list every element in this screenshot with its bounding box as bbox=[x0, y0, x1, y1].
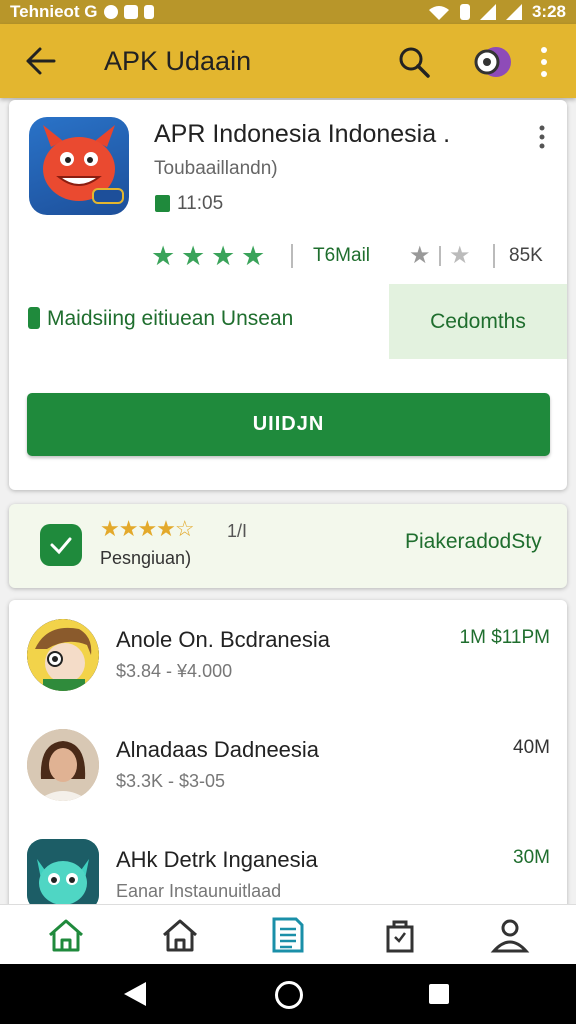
rating-stars: ★★★★☆ bbox=[100, 516, 195, 541]
app-list: Anole On. Bcdranesia $3.84 - ¥4.000 1M $… bbox=[9, 600, 567, 911]
list-item-subtitle: Eanar Instaunuitlaad bbox=[116, 881, 282, 901]
signal-icon bbox=[479, 4, 496, 20]
list-item-title: AHk Detrk Inganesia bbox=[116, 847, 318, 872]
avatar bbox=[27, 839, 99, 911]
divider bbox=[493, 244, 495, 268]
battery-icon bbox=[28, 307, 40, 329]
cartoon-character-icon bbox=[27, 619, 99, 691]
list-item[interactable]: Alnadaas Dadneesia $3.3K - $3-05 40M bbox=[9, 729, 567, 819]
notification-icon bbox=[143, 5, 154, 19]
profile-icon[interactable] bbox=[488, 915, 532, 955]
list-item-meta: 1M $11PM bbox=[459, 627, 550, 648]
back-arrow-icon[interactable] bbox=[22, 44, 58, 78]
clock-text: 3:28 bbox=[531, 2, 566, 21]
app-icon bbox=[29, 117, 129, 215]
list-item[interactable]: Anole On. Bcdranesia $3.84 - ¥4.000 1M $… bbox=[9, 619, 567, 709]
star-icon: ★ bbox=[241, 241, 266, 271]
app-detail-card: APR Indonesia Indonesia . Toubaaillandn)… bbox=[9, 100, 567, 490]
list-item-title: Alnadaas Dadneesia bbox=[116, 737, 320, 762]
list-item-meta: 30M bbox=[513, 847, 550, 868]
rating-action[interactable]: PiakeradodSty bbox=[405, 530, 542, 554]
star-icon: ★ bbox=[151, 241, 176, 271]
list-item-title: Anole On. Bcdranesia bbox=[116, 627, 331, 652]
rating-subtitle: Pesngiuan) bbox=[100, 548, 192, 568]
maintenance-action[interactable]: Cedomths bbox=[389, 284, 567, 359]
system-home-icon[interactable] bbox=[275, 981, 303, 1009]
status-bar: Tehnieot G 3:28 bbox=[0, 0, 576, 24]
check-icon bbox=[40, 524, 82, 566]
games-icon[interactable] bbox=[158, 915, 202, 955]
divider bbox=[439, 246, 441, 266]
rating-count: 1/I bbox=[227, 521, 248, 541]
system-navigation-bar bbox=[0, 964, 576, 1024]
apps-list-icon[interactable] bbox=[266, 915, 310, 955]
app-name: APR Indonesia Indonesia . bbox=[154, 120, 451, 148]
updated-time: 11:05 bbox=[177, 193, 224, 214]
signal-icon bbox=[505, 4, 522, 20]
star-icon: ★ bbox=[449, 242, 471, 269]
rating-card[interactable]: ★★★★☆ 1/I Pesngiuan) PiakeradodSty bbox=[9, 504, 567, 588]
avatar bbox=[27, 729, 99, 801]
list-item-meta: 40M bbox=[513, 737, 550, 758]
system-recents-icon[interactable] bbox=[429, 984, 449, 1004]
shopping-bag-icon[interactable] bbox=[378, 915, 422, 955]
teal-creature-icon bbox=[27, 839, 99, 911]
rating-row: ★ ★ ★ ★ T6Mail ★ ★ 85K bbox=[151, 241, 551, 271]
wifi-icon bbox=[428, 6, 449, 20]
more-vert-icon[interactable] bbox=[536, 44, 552, 80]
rating-label: T6Mail bbox=[313, 245, 371, 266]
red-monster-icon bbox=[43, 125, 124, 204]
star-icon: ★ bbox=[211, 241, 236, 271]
page-title: APK Udaain bbox=[104, 46, 252, 76]
maintenance-action-label: Cedomths bbox=[430, 309, 526, 333]
bottom-navigation bbox=[0, 904, 576, 965]
divider bbox=[291, 244, 293, 268]
notification-icon bbox=[123, 5, 138, 19]
downloads-count: 85K bbox=[509, 245, 543, 266]
vibrate-icon bbox=[459, 4, 470, 20]
developer-name[interactable]: Toubaaillandn) bbox=[154, 158, 278, 180]
home-icon[interactable] bbox=[44, 915, 88, 955]
app-more-icon[interactable] bbox=[537, 124, 547, 150]
maintenance-text: Maidsiing eitiuean Unsean bbox=[47, 307, 294, 330]
app-bar: APK Udaain bbox=[0, 24, 576, 98]
install-button[interactable]: UIIDJN bbox=[27, 393, 550, 456]
notification-icon bbox=[103, 5, 118, 19]
carrier-text: Tehnieot G bbox=[10, 2, 98, 21]
avatar bbox=[27, 619, 99, 691]
update-icon bbox=[155, 195, 170, 212]
account-avatar-icon[interactable] bbox=[474, 43, 512, 81]
list-item-subtitle: $3.84 - ¥4.000 bbox=[116, 661, 233, 681]
list-item-subtitle: $3.3K - $3-05 bbox=[116, 771, 226, 791]
star-icon: ★ bbox=[181, 241, 206, 271]
search-icon[interactable] bbox=[396, 44, 432, 80]
person-photo-icon bbox=[27, 729, 99, 801]
system-back-icon[interactable] bbox=[124, 982, 146, 1006]
star-icon: ★ bbox=[409, 242, 431, 269]
